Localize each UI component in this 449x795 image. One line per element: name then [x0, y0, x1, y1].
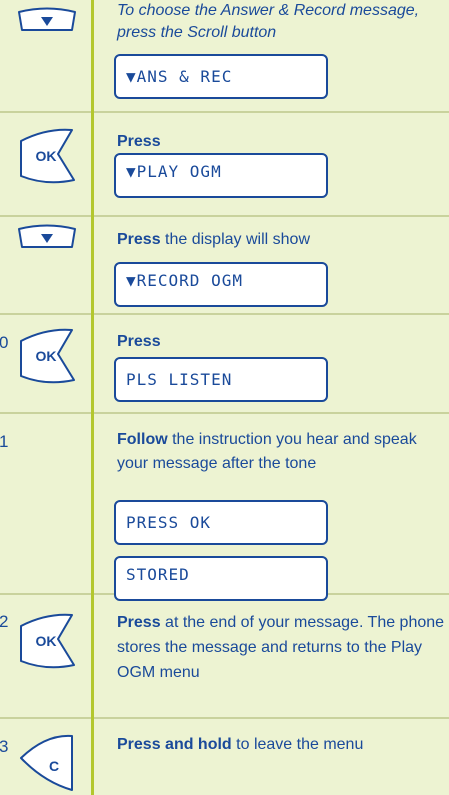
step-instruction: Follow the instruction you hear and spea… — [117, 431, 417, 472]
column-separator — [91, 0, 94, 795]
display-readout: ▼PLAY OGM — [114, 153, 328, 198]
step-number: 1 — [0, 432, 9, 451]
scroll-down-key-icon — [18, 224, 76, 248]
ok-key-label: OK — [36, 148, 57, 164]
step-divider — [0, 717, 449, 719]
step-instruction: To choose the Answer & Record message, p… — [117, 2, 420, 41]
step-number: 0 — [0, 333, 9, 352]
step-instruction: Press at the end of your message. The ph… — [117, 614, 445, 681]
display-readout: STORED — [114, 556, 328, 601]
ok-key-label: OK — [36, 633, 57, 649]
ok-key-label: OK — [36, 348, 57, 364]
step-divider — [0, 215, 449, 217]
scroll-down-key-icon — [18, 7, 76, 31]
display-readout: PLS LISTEN — [114, 357, 328, 402]
display-readout: PRESS OK — [114, 500, 328, 545]
step-number: 2 — [0, 612, 9, 631]
step-instruction: Press the display will show — [117, 231, 310, 248]
ok-key-icon: OK — [20, 328, 75, 384]
step-divider — [0, 313, 449, 315]
display-readout: ▼RECORD OGM — [114, 262, 328, 307]
display-readout: ▼ANS & REC — [114, 54, 328, 99]
ok-key-icon: OK — [20, 613, 75, 669]
step-instruction: Press and hold to leave the menu — [117, 736, 364, 753]
ok-key-icon: OK — [20, 128, 75, 184]
step-divider — [0, 412, 449, 414]
step-number: 3 — [0, 737, 9, 756]
step-instruction: Press — [117, 333, 161, 350]
clear-key-icon: C — [20, 734, 73, 791]
step-divider — [0, 111, 449, 113]
step-instruction: Press — [117, 133, 161, 150]
clear-key-label: C — [49, 758, 59, 774]
